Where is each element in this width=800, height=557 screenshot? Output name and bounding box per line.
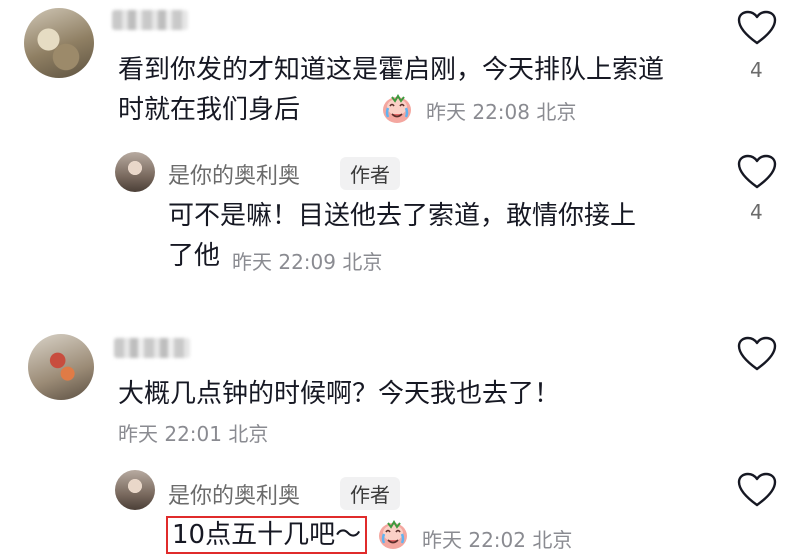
heart-outline-icon[interactable] [737,336,777,376]
reply-author-name[interactable]: 是你的奥利奥 [168,478,300,510]
like-count: 4 [750,200,763,224]
comment-text: 大概几点钟的时候啊？今天我也去了！ [118,379,561,409]
comment-timestamp: 昨天 22:08 北京 [426,100,577,124]
blurred-username[interactable] [114,338,190,358]
blurred-username[interactable] [112,10,188,30]
heart-outline-icon[interactable] [737,10,777,50]
like-count: 4 [750,58,763,82]
reply-text-continued: 了他 [168,241,221,271]
reply-text: 可不是嘛！目送他去了索道，敢情你接上 [168,201,637,231]
heart-outline-icon[interactable] [737,472,777,512]
comment-timestamp: 昨天 22:01 北京 [118,422,269,446]
reply-timestamp: 昨天 22:09 北京 [232,250,383,274]
heart-outline-icon[interactable] [737,154,777,194]
avatar[interactable] [115,152,155,192]
avatar[interactable] [28,334,94,400]
reply-author-name[interactable]: 是你的奥利奥 [168,158,300,190]
highlighted-reply-text: 10点五十几吧～ [166,516,368,554]
avatar[interactable] [115,470,155,510]
author-badge: 作者 [340,477,400,510]
avatar[interactable] [24,8,94,78]
reply-timestamp: 昨天 22:02 北京 [422,528,573,552]
author-badge: 作者 [340,157,400,190]
crying-face-emoji [376,517,410,551]
crying-face-emoji [380,91,414,125]
